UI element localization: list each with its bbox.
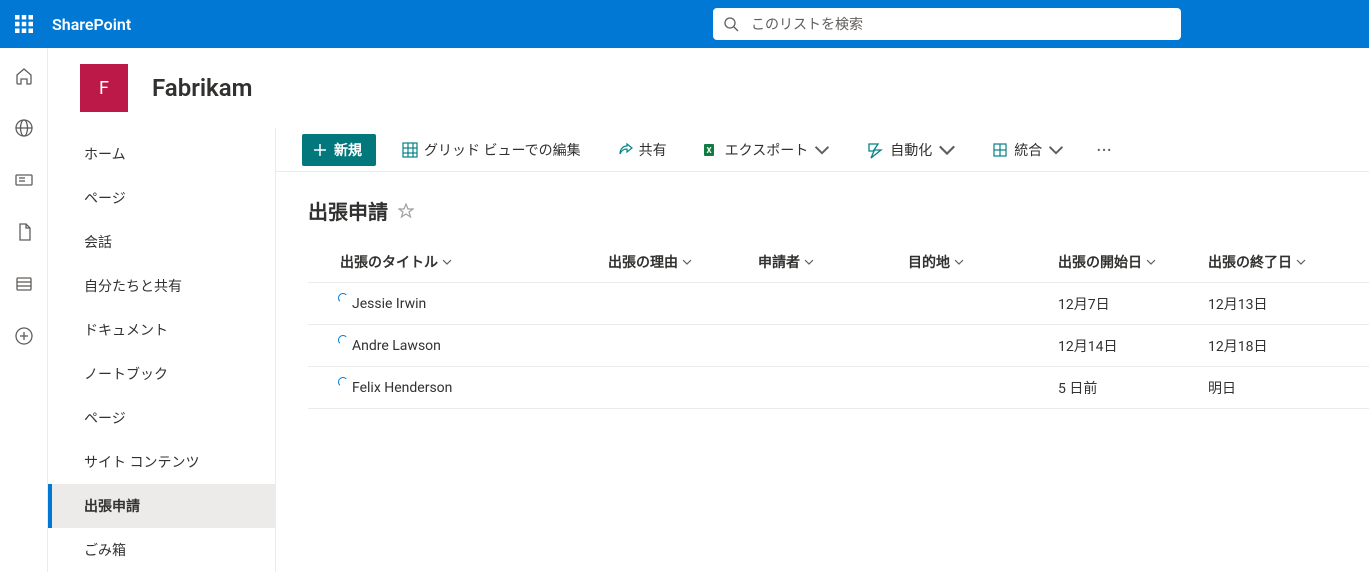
loading-spinner-icon [338,335,348,345]
nav-label: 会話 [84,232,112,252]
row-start: 5 日前 [1058,378,1208,398]
col-header-label: 出張の開始日 [1058,252,1142,272]
grid-edit-label: グリッド ビューでの編集 [424,140,581,160]
nav-item-pages[interactable]: ページ [48,176,275,220]
suite-bar: SharePoint このリストを検索 [0,0,1369,48]
nav-label: 出張申請 [84,496,140,516]
list-icon[interactable] [12,272,36,296]
nav-item-trip-request[interactable]: 出張申請 [48,484,275,528]
news-icon[interactable] [12,168,36,192]
table-row[interactable]: Felix Henderson 5 日前 明日 [308,367,1369,409]
col-header-label: 目的地 [908,252,950,272]
row-start: 12月7日 [1058,294,1208,314]
page-title: 出張申請 [308,196,388,225]
automate-button[interactable]: 自動化 [856,134,966,166]
home-icon[interactable] [12,64,36,88]
left-rail [0,48,48,572]
row-title-cell[interactable]: Felix Henderson [308,380,608,396]
site-body: ホーム ページ 会話 自分たちと共有 ドキュメント ノートブック ページ サイト… [48,128,1369,572]
nav-label: ドキュメント [84,320,168,340]
integrate-button[interactable]: 統合 [982,134,1074,166]
col-header-label: 出張のタイトル [340,252,438,272]
shell: F Fabrikam ホーム ページ 会話 自分たちと共有 ドキュメント ノート… [0,48,1369,572]
new-button[interactable]: 新規 [302,134,376,166]
site-header: F Fabrikam [48,48,1369,128]
share-label: 共有 [639,140,667,160]
site-logo[interactable]: F [80,64,128,112]
nav-label: ホーム [84,144,126,164]
nav-label: ごみ箱 [84,540,126,560]
favorite-star-icon[interactable] [398,203,414,219]
col-header-title[interactable]: 出張のタイトル [308,252,608,272]
row-end: 12月13日 [1208,294,1358,314]
integrate-label: 統合 [1014,140,1042,160]
content-area: 新規 グリッド ビューでの編集 共有 X エクスポート [276,128,1369,572]
automate-label: 自動化 [890,140,932,160]
export-button[interactable]: X エクスポート [693,134,841,166]
nav-item-notebook[interactable]: ノートブック [48,352,275,396]
table-row[interactable]: Andre Lawson 12月14日 12月18日 [308,325,1369,367]
svg-text:X: X [706,146,711,155]
grid-edit-button[interactable]: グリッド ビューでの編集 [392,134,591,166]
row-title: Andre Lawson [352,338,441,354]
nav-item-recycle[interactable]: ごみ箱 [48,528,275,572]
row-title: Jessie Irwin [352,296,426,312]
nav-label: ページ [84,188,126,208]
row-end: 明日 [1208,378,1358,398]
search-input[interactable]: このリストを検索 [713,8,1181,40]
col-header-label: 出張の理由 [608,252,678,272]
new-button-label: 新規 [334,140,362,160]
new-icon[interactable] [12,324,36,348]
nav-item-conversations[interactable]: 会話 [48,220,275,264]
app-launcher-icon[interactable] [0,0,48,48]
site-title[interactable]: Fabrikam [152,74,252,102]
loading-spinner-icon [338,293,348,303]
site-logo-letter: F [99,78,109,99]
col-header-label: 出張の終了日 [1208,252,1292,272]
list-header-row: 出張のタイトル 出張の理由 申請者 目的地 [308,241,1369,283]
export-label: エクスポート [725,140,809,160]
col-header-start[interactable]: 出張の開始日 [1058,252,1208,272]
list-grid: 出張のタイトル 出張の理由 申請者 目的地 [276,241,1369,409]
row-title-cell[interactable]: Jessie Irwin [308,296,608,312]
command-bar: 新規 グリッド ビューでの編集 共有 X エクスポート [276,128,1369,172]
nav-item-shared[interactable]: 自分たちと共有 [48,264,275,308]
col-header-reason[interactable]: 出張の理由 [608,252,758,272]
nav-label: 自分たちと共有 [84,276,182,296]
loading-spinner-icon [338,377,348,387]
file-icon[interactable] [12,220,36,244]
more-actions-button[interactable]: ··· [1090,142,1118,158]
row-title-cell[interactable]: Andre Lawson [308,338,608,354]
nav-label: ノートブック [84,364,168,384]
nav-item-documents[interactable]: ドキュメント [48,308,275,352]
globe-icon[interactable] [12,116,36,140]
share-button[interactable]: 共有 [607,134,677,166]
nav-item-home[interactable]: ホーム [48,132,275,176]
nav-label: ページ [84,408,126,428]
nav-pane: ホーム ページ 会話 自分たちと共有 ドキュメント ノートブック ページ サイト… [48,128,276,572]
brand-label[interactable]: SharePoint [48,15,131,34]
col-header-applicant[interactable]: 申請者 [758,252,908,272]
nav-label: サイト コンテンツ [84,452,199,472]
search-placeholder: このリストを検索 [751,14,863,34]
col-header-dest[interactable]: 目的地 [908,252,1058,272]
site-shell: F Fabrikam ホーム ページ 会話 自分たちと共有 ドキュメント ノート… [48,48,1369,572]
nav-item-sitecontent[interactable]: サイト コンテンツ [48,440,275,484]
row-start: 12月14日 [1058,336,1208,356]
nav-item-pages2[interactable]: ページ [48,396,275,440]
row-end: 12月18日 [1208,336,1358,356]
page-title-row: 出張申請 [276,172,1369,241]
table-row[interactable]: Jessie Irwin 12月7日 12月13日 [308,283,1369,325]
row-title: Felix Henderson [352,380,452,396]
col-header-label: 申請者 [758,252,800,272]
col-header-end[interactable]: 出張の終了日 [1208,252,1358,272]
